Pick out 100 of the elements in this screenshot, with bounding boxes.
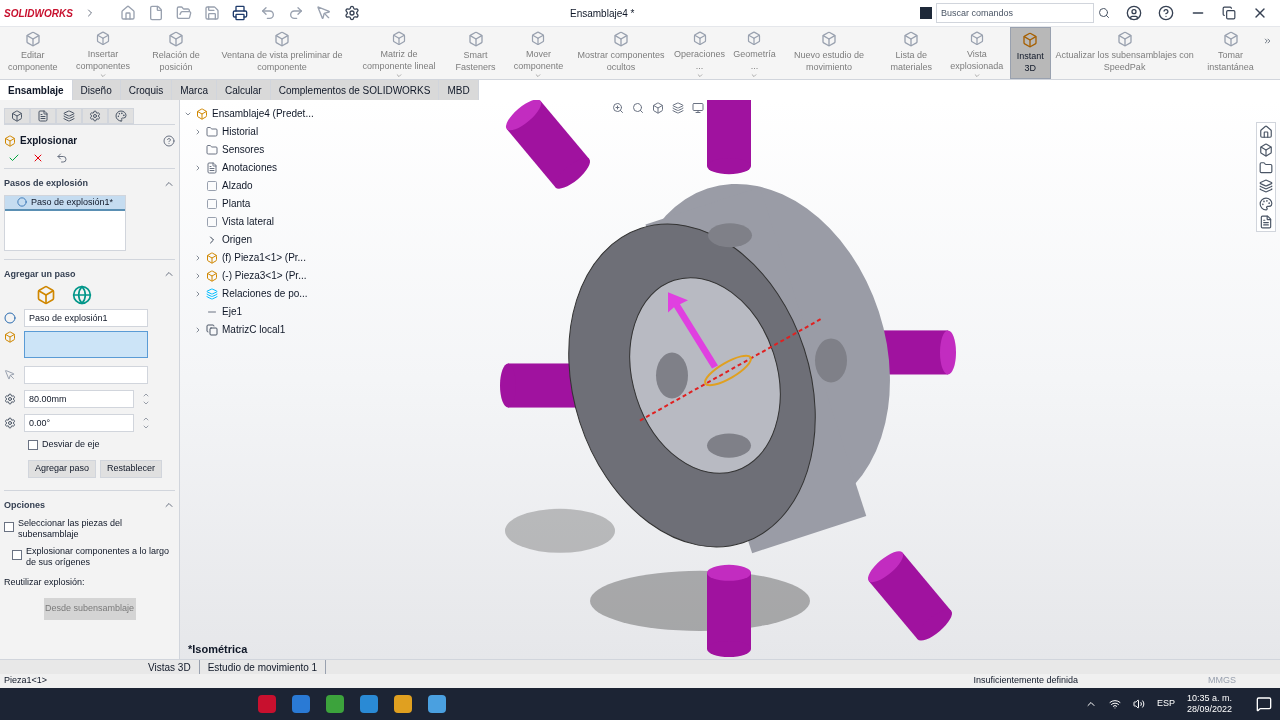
task-pane-icon[interactable] [1259,161,1273,175]
plane-icon [206,215,218,228]
taskbar-app-icon[interactable] [394,695,412,713]
panel-tab[interactable] [30,108,56,124]
terminal-icon [920,7,932,19]
tree-item[interactable]: Eje1 [222,304,242,319]
restore-icon[interactable] [1222,6,1236,20]
language-indicator[interactable]: ESP [1156,697,1175,711]
view-tool-icon[interactable] [692,102,704,114]
explode-icon [4,134,16,147]
command-search-field[interactable]: Buscar comandos [936,3,1094,23]
command-icon [95,31,111,46]
checkbox[interactable] [12,550,22,560]
action-button[interactable]: Restablecer [100,459,163,478]
volume-icon[interactable] [1132,698,1145,710]
redo-icon[interactable] [288,5,304,21]
print-icon[interactable] [232,5,248,21]
tree-item[interactable]: Alzado [222,178,253,193]
taskbar-app-icon[interactable] [258,695,276,713]
help-icon[interactable] [1158,5,1174,21]
component-icon [4,331,16,343]
tree-item[interactable]: Origen [222,232,252,247]
panel-tab-icon [115,110,127,122]
distance-field[interactable]: 80.00mm [24,390,134,408]
panel-tab[interactable] [56,108,82,124]
panel-tab[interactable] [108,108,134,124]
task-pane-icon[interactable] [1259,197,1273,211]
taskbar-app-icon[interactable] [360,695,378,713]
folder-icon [206,143,218,156]
view-tool-icon[interactable] [612,102,624,114]
taskbar-app-icon[interactable] [428,695,446,713]
ribbon-tab[interactable]: Complementos de SOLIDWORKS [270,80,440,100]
home-icon[interactable] [120,5,136,21]
taskbar-app-icon[interactable] [326,695,344,713]
command-icon [612,31,629,47]
tree-item[interactable]: Ensamblaje4 (Predet... [212,106,314,121]
ribbon-tab[interactable]: Calcular [217,80,271,100]
tree-item[interactable]: Relaciones de po... [222,286,308,301]
settings-icon[interactable] [344,5,360,21]
taskbar-app-icon[interactable] [292,695,310,713]
cancel-icon[interactable] [32,152,44,164]
tree-item[interactable]: MatrizC local1 [222,322,286,337]
network-icon[interactable] [1108,698,1121,710]
more-icon[interactable] [1262,35,1272,47]
ribbon-tab[interactable]: Marca [172,80,217,100]
step-label: Paso de explosión1* [31,195,114,209]
part-icon [206,251,218,264]
app-logo: SOLIDWORKS [4,6,74,21]
save-icon[interactable] [204,5,220,21]
checkbox[interactable] [28,439,38,450]
tree-item[interactable]: Historial [222,124,259,139]
tree-item[interactable]: Planta [222,196,251,211]
annotation-icon [206,161,218,174]
action-button[interactable]: Agregar paso [28,459,97,478]
command-icon [746,31,763,46]
radial-step-icon[interactable] [72,285,92,305]
caret-icon [99,71,107,79]
new-file-icon[interactable] [148,5,164,21]
user-icon[interactable] [1126,5,1142,21]
panel-tab[interactable] [4,108,30,124]
tree-item[interactable]: Vista lateral [222,214,275,229]
expand-icon[interactable] [194,325,202,334]
checkbox[interactable] [4,522,14,532]
step-item[interactable]: Paso de explosión1* [5,195,125,211]
status-text: Insuficientemente definida [973,674,1078,688]
task-pane-icon[interactable] [1259,179,1273,193]
tree-item[interactable]: (-) Pieza3<1> (Pr... [222,268,307,283]
tree-item[interactable]: (f) Pieza1<1> (Pr... [222,250,306,265]
ok-icon[interactable] [8,152,20,164]
ribbon-button[interactable]: Instant 3D [1009,27,1052,79]
task-pane-icon[interactable] [1259,143,1273,157]
panel-tab[interactable] [82,108,108,124]
ribbon-tab[interactable]: MBD [439,80,479,100]
tree-item[interactable]: Sensores [222,142,265,157]
undo-icon[interactable] [56,152,68,164]
spinner-icon[interactable] [142,415,150,431]
undo-icon[interactable] [260,5,276,21]
selection-field[interactable] [24,331,148,358]
spinner-icon[interactable] [142,391,150,407]
direction-field[interactable] [24,366,148,384]
angle-field[interactable]: 0.00° [24,414,134,432]
pointer-icon[interactable] [316,5,332,21]
section-title: Pasos de explosión [4,177,89,190]
task-pane-icon[interactable] [1259,215,1273,229]
view-tool-icon[interactable] [672,102,684,114]
expand-icon[interactable] [194,163,202,172]
ribbon-tab[interactable]: Diseño [72,80,121,100]
panel-title: Explosionar [20,134,78,148]
view-tool-icon[interactable] [652,102,664,114]
task-pane-icon[interactable] [1259,125,1273,139]
step-name-field[interactable]: Paso de explosión1 [24,309,148,327]
units-text: MMGS [1208,674,1236,688]
translate-step-icon[interactable] [36,285,56,305]
ribbon-tab[interactable]: Croquis [120,80,173,100]
tree-item[interactable]: Anotaciones [222,160,278,175]
notifications-icon[interactable] [1256,696,1272,712]
part-icon [206,269,218,282]
caret-icon [395,71,404,79]
open-icon[interactable] [176,5,192,21]
view-tool-icon[interactable] [632,102,644,114]
